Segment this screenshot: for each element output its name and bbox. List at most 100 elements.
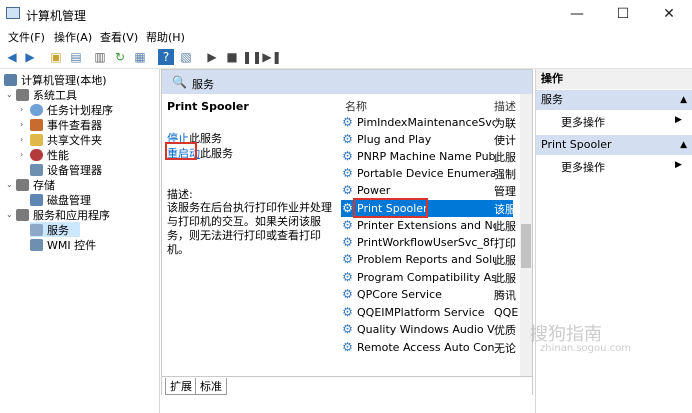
service-row[interactable]: ⚙ PimIndexMaintenanceSvc_...为联 (341, 114, 516, 131)
service-row[interactable]: ⚙ Quality Windows Audio Vi... 优质 (341, 321, 516, 338)
service-name: Printer Extensions and Noti... (357, 219, 495, 232)
column-name[interactable]: 名称 (345, 98, 367, 114)
play-icon[interactable]: ▶ (204, 49, 220, 65)
up-icon[interactable]: ▣ (48, 49, 64, 65)
stop-icon[interactable]: ■ (224, 49, 240, 65)
event-viewer-icon (30, 118, 43, 131)
services-header: 🔍 服务 (162, 70, 532, 94)
chevron-down-icon[interactable]: ⌄ (6, 210, 16, 219)
view-icon[interactable]: ▧ (178, 49, 194, 65)
menu-view[interactable]: 查看(V) (100, 29, 138, 45)
tree-item-task-scheduler[interactable]: › 任务计划程序 (20, 102, 113, 117)
chevron-right-icon[interactable]: › (20, 150, 30, 159)
tree-icon[interactable]: ▤ (68, 49, 84, 65)
help-icon[interactable]: ? (158, 49, 174, 65)
chevron-right-icon[interactable]: › (20, 135, 30, 144)
search-icon: 🔍 (172, 75, 187, 89)
collapse-icon[interactable]: ▲ (680, 135, 687, 155)
tree-item-shared-folders[interactable]: › 共享文件夹 (20, 132, 102, 147)
collapse-icon[interactable]: ▲ (680, 90, 687, 110)
actions-section-print-spooler[interactable]: Print Spooler ▲ (536, 135, 692, 155)
tree-item-services[interactable]: 服务 (30, 222, 80, 237)
service-desc: 为联 (494, 116, 516, 130)
service-row[interactable]: ⚙ QPCore Service 腾讯 (341, 286, 516, 303)
toolbar: ◀ ▶ ▣ ▤ ▥ ↻ ▦ ? ▧ ▶ ■ ❚❚ ▶❚ (0, 46, 692, 69)
service-row[interactable]: ⚙ Power 管理 (341, 182, 516, 199)
service-row[interactable]: ⚙ Portable Device Enumerat...强制 (341, 165, 516, 182)
tree-item-wmi[interactable]: WMI 控件 (30, 237, 96, 252)
restart-icon[interactable]: ▶❚ (262, 49, 281, 65)
more-actions-services[interactable]: 更多操作 ▶ (561, 114, 682, 130)
tree-item-performance[interactable]: › 性能 (20, 147, 69, 162)
gear-icon: ⚙ (342, 183, 353, 197)
chevron-right-icon[interactable]: › (20, 120, 30, 129)
service-desc: 此服 (494, 271, 516, 285)
service-row[interactable]: ⚙ PrintWorkflowUserSvc_8f3 打印 (341, 234, 516, 251)
back-icon[interactable]: ◀ (4, 49, 20, 65)
tree-label: 服务和应用程序 (33, 208, 110, 222)
more-actions-print-spooler[interactable]: 更多操作 ▶ (561, 159, 682, 175)
tree-label: 事件查看器 (47, 118, 102, 132)
tree-item-device-manager[interactable]: 设备管理器 (30, 162, 102, 177)
close-button[interactable]: ✕ (646, 0, 692, 28)
tree-label: WMI 控件 (47, 238, 97, 252)
chevron-down-icon[interactable]: ⌄ (6, 180, 16, 189)
gear-icon (30, 223, 43, 236)
tab-extended[interactable]: 扩展 (165, 378, 197, 395)
service-desc: QQE (494, 306, 518, 319)
service-row[interactable]: ⚙ QQEIMPlatform Service QQE (341, 304, 518, 321)
pause-icon[interactable]: ❚❚ (242, 49, 262, 65)
folder-icon (30, 133, 43, 146)
gear-icon: ⚙ (342, 235, 353, 249)
device-manager-icon (30, 163, 43, 176)
tree-label: 存储 (33, 178, 55, 192)
tree-item-disk-management[interactable]: 磁盘管理 (30, 192, 91, 207)
service-row[interactable]: ⚙ Remote Access Auto Conn...无论 (341, 339, 516, 356)
menu-action[interactable]: 操作(A) (54, 29, 92, 45)
column-description[interactable]: 描述 (494, 98, 516, 114)
chevron-right-icon[interactable]: › (20, 105, 30, 114)
service-row[interactable]: ⚙ Program Compatibility Assi...此服 (341, 269, 516, 286)
tree-item-services-apps[interactable]: ⌄ 服务和应用程序 (6, 207, 110, 222)
tree-item-event-viewer[interactable]: › 事件查看器 (20, 117, 102, 132)
tree-label: 磁盘管理 (47, 193, 91, 207)
service-desc: 腾讯 (494, 288, 516, 302)
actions-section-services[interactable]: 服务 ▲ (536, 90, 692, 110)
wmi-icon (30, 238, 43, 251)
chevron-down-icon[interactable]: ⌄ (6, 90, 16, 99)
export-icon[interactable]: ▥ (92, 49, 108, 65)
refresh-icon[interactable]: ↻ (112, 49, 128, 65)
service-name: PrintWorkflowUserSvc_8f3 (357, 236, 495, 249)
tree-label: 服务 (47, 223, 69, 237)
gear-icon: ⚙ (342, 270, 353, 284)
restart-service-suffix: 此服务 (200, 147, 233, 160)
service-desc: 此服 (494, 150, 516, 164)
tab-standard[interactable]: 标准 (195, 378, 227, 395)
minimize-button[interactable]: — (554, 0, 600, 28)
gear-icon: ⚙ (342, 305, 353, 319)
menu-file[interactable]: 文件(F) (8, 29, 45, 45)
tree-label: 计算机管理(本地) (21, 73, 107, 87)
tree-item-system-tools[interactable]: ⌄ 系统工具 (6, 87, 77, 102)
tree-root[interactable]: 计算机管理(本地) (4, 72, 107, 87)
forward-icon[interactable]: ▶ (22, 49, 38, 65)
service-name: PimIndexMaintenanceSvc_... (357, 116, 495, 129)
service-row[interactable]: ⚙ Printer Extensions and Noti...此服 (341, 217, 516, 234)
service-row[interactable]: ⚙ PNRP Machine Name Publ... 此服 (341, 148, 516, 165)
description-label: 描述: (167, 188, 193, 201)
computer-management-icon (6, 7, 20, 19)
tree-label: 共享文件夹 (47, 133, 102, 147)
maximize-button[interactable]: ☐ (600, 0, 646, 28)
service-desc: 优质 (494, 323, 516, 337)
scrollbar-thumb[interactable] (521, 224, 531, 268)
service-row[interactable]: ⚙ Problem Reports and Solut...此服 (341, 251, 516, 268)
service-name: PNRP Machine Name Publ... (357, 150, 495, 163)
tree-label: 设备管理器 (47, 163, 102, 177)
menu-help[interactable]: 帮助(H) (146, 29, 185, 45)
properties-icon[interactable]: ▦ (132, 49, 148, 65)
services-pane: 🔍 服务 Print Spooler 停止此服务 重启动此服务 描述: 该服务在… (161, 69, 533, 395)
service-desc: 无论 (494, 341, 516, 355)
service-row[interactable]: ⚙ Plug and Play 使计 (341, 131, 516, 148)
tree-item-storage[interactable]: ⌄ 存储 (6, 177, 55, 192)
actions-pane: 操作 服务 ▲ 更多操作 ▶ Print Spooler ▲ 更多操作 ▶ (535, 69, 692, 413)
